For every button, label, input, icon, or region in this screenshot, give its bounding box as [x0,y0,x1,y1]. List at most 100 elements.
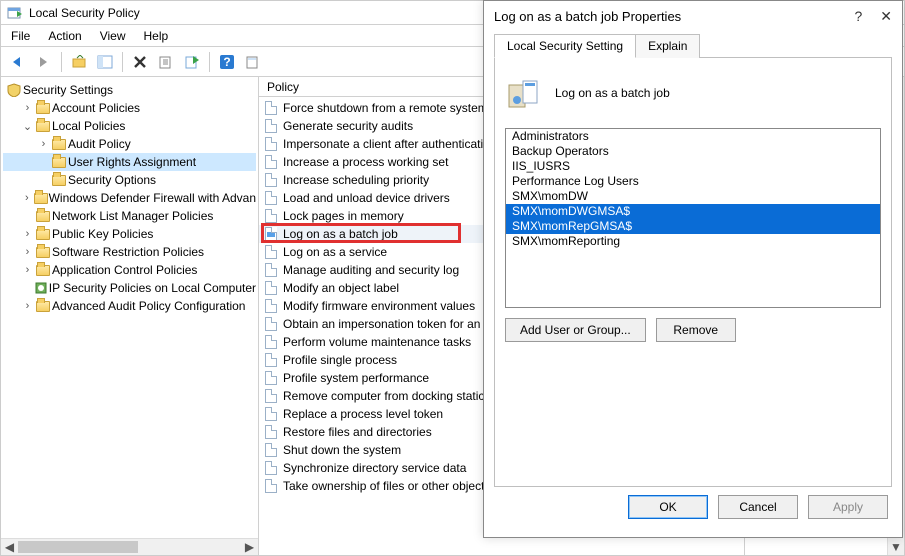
user-list-row[interactable]: Backup Operators [506,144,880,159]
user-list-row[interactable]: SMX\momRepGMSA$ [506,219,880,234]
close-icon[interactable]: ✕ [880,8,892,25]
tree-item[interactable]: ›Advanced Audit Policy Configuration [3,297,256,315]
user-list[interactable]: AdministratorsBackup OperatorsIIS_IUSRSP… [505,128,881,308]
tree-item-label: Local Policies [52,119,125,133]
folder-icon [50,157,68,168]
policy-doc-icon [265,371,277,385]
list-row-label: Modify firmware environment values [283,299,475,313]
remove-button[interactable]: Remove [656,318,736,342]
help-button[interactable]: ? [216,51,238,73]
tree-item[interactable]: › Windows Defender Firewall with Advan [3,189,256,207]
dialog-tabs: Local Security Setting Explain [494,33,892,58]
tree-item-label: Software Restriction Policies [52,245,204,259]
menu-help[interactable]: Help [144,29,169,43]
tree-item-label: Network List Manager Policies [52,209,213,223]
list-row-label: Synchronize directory service data [283,461,466,475]
policy-doc-icon [265,227,277,241]
list-row-label: Replace a process level token [283,407,443,421]
toolbar-separator [122,52,123,72]
policy-doc-icon [265,137,277,151]
tree-item[interactable]: User Rights Assignment [3,153,256,171]
window-title: Local Security Policy [29,6,140,20]
tab-local-security-setting[interactable]: Local Security Setting [494,34,636,58]
collapse-icon[interactable]: ⌄ [21,120,34,133]
tree-item[interactable]: ›Application Control Policies [3,261,256,279]
tree-root-label: Security Settings [23,83,113,97]
list-row-label: Force shutdown from a remote system [283,101,488,115]
menu-view[interactable]: View [100,29,126,43]
shield-icon [5,83,23,97]
tree-item[interactable]: Security Options [3,171,256,189]
list-row-label: Manage auditing and security log [283,263,459,277]
tree-item-label: Windows Defender Firewall with Advan [49,191,256,205]
apply-button[interactable]: Apply [808,495,888,519]
toolbar-separator [209,52,210,72]
forward-button[interactable] [33,51,55,73]
list-row-label: Increase scheduling priority [283,173,429,187]
ok-button[interactable]: OK [628,495,708,519]
list-row-label: Generate security audits [283,119,413,133]
tree-pane: Security Settings › Account Policies ⌄ Loca… [1,77,259,555]
scroll-left-icon[interactable]: ◀ [1,539,18,555]
tree-item-label: Account Policies [52,101,140,115]
folder-icon [50,139,68,150]
tree-item-label: Public Key Policies [52,227,153,241]
policy-doc-icon [265,119,277,133]
properties-button[interactable] [242,51,264,73]
policy-doc-icon [265,245,277,259]
expand-icon[interactable]: › [37,138,50,150]
tree-item[interactable]: › Account Policies [3,99,256,117]
tree-item[interactable]: IP Security Policies on Local Computer [3,279,256,297]
tab-panel: Log on as a batch job AdministratorsBack… [494,58,892,487]
user-list-row[interactable]: SMX\momDWGMSA$ [506,204,880,219]
folder-icon [34,229,52,240]
folder-icon [34,247,52,258]
menu-action[interactable]: Action [48,29,81,43]
export-list-button[interactable] [181,51,203,73]
help-icon[interactable]: ? [854,8,862,24]
expand-icon[interactable]: › [21,192,33,204]
tree-item[interactable]: Network List Manager Policies [3,207,256,225]
expand-icon[interactable]: › [21,300,34,312]
policy-doc-icon [265,389,277,403]
back-button[interactable] [7,51,29,73]
tree-item[interactable]: ›Audit Policy [3,135,256,153]
delete-button[interactable] [129,51,151,73]
user-list-row[interactable]: SMX\momDW [506,189,880,204]
policy-doc-icon [265,191,277,205]
expand-icon[interactable]: › [21,102,34,114]
policy-doc-icon [265,425,277,439]
tree-item[interactable]: › Public Key Policies [3,225,256,243]
scroll-right-icon[interactable]: ▶ [241,539,258,555]
policy-doc-icon [265,479,277,493]
expand-icon[interactable]: › [21,264,34,276]
tab-explain[interactable]: Explain [635,34,700,58]
tree-h-scrollbar[interactable]: ◀ ▶ [1,538,258,555]
policy-icon [505,75,541,111]
up-button[interactable] [68,51,90,73]
menu-file[interactable]: File [11,29,30,43]
add-user-button[interactable]: Add User or Group... [505,318,646,342]
user-list-row[interactable]: Performance Log Users [506,174,880,189]
user-list-row[interactable]: IIS_IUSRS [506,159,880,174]
folder-icon [34,301,52,312]
scroll-thumb[interactable] [18,541,138,553]
folder-icon [50,175,68,186]
expand-icon[interactable]: › [21,246,34,258]
user-list-row[interactable]: SMX\momReporting [506,234,880,249]
scroll-down-icon[interactable]: ▼ [888,538,904,555]
user-list-row[interactable]: Administrators [506,129,880,144]
list-row-label: Shut down the system [283,443,401,457]
policy-doc-icon [265,299,277,313]
policy-doc-icon [265,443,277,457]
tree-item[interactable]: ⌄ Local Policies [3,117,256,135]
policy-doc-icon [265,101,277,115]
list-row-label: Load and unload device drivers [283,191,450,205]
cancel-button[interactable]: Cancel [718,495,798,519]
tree-root[interactable]: Security Settings [3,81,256,99]
list-row-label: Modify an object label [283,281,399,295]
show-hide-tree-button[interactable] [94,51,116,73]
tree-item[interactable]: › Software Restriction Policies [3,243,256,261]
expand-icon[interactable]: › [21,228,34,240]
refresh-button[interactable] [155,51,177,73]
